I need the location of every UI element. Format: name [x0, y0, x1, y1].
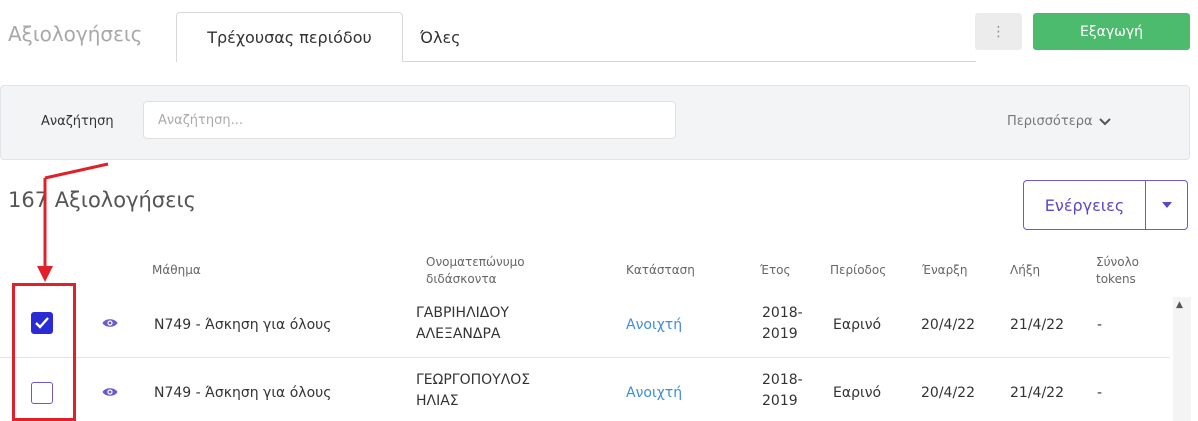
page-title: Αξιολογήσεις — [8, 22, 143, 46]
scroll-up-arrow-icon[interactable]: ▲ — [1176, 300, 1183, 310]
caret-down-icon — [1161, 202, 1172, 208]
more-options-button[interactable]: ⋮ — [975, 13, 1022, 50]
eye-icon[interactable] — [102, 386, 118, 398]
instructor-name: ΓΑΒΡΙΗΛΙΔΟΥ ΑΛΕΞΑΝΔΡΑ — [416, 305, 509, 342]
column-header-end: Λήξη — [1010, 263, 1041, 277]
export-button[interactable]: Εξαγωγή — [1033, 13, 1190, 50]
instructor-name: ΓΕΩΡΓΟΠΟΥΛΟΣ ΗΛΙΑΣ — [416, 372, 531, 409]
start-date: 20/4/22 — [921, 317, 975, 333]
table-scrollbar[interactable] — [1173, 297, 1191, 421]
kebab-icon: ⋮ — [991, 23, 1006, 40]
results-count: 167 Αξιολογήσεις — [8, 188, 196, 212]
more-filters-toggle[interactable]: Περισσότερα — [1007, 114, 1111, 129]
tab-all[interactable]: Όλες — [420, 12, 461, 62]
more-filters-label: Περισσότερα — [1007, 114, 1093, 129]
tab-underline — [403, 61, 976, 62]
status-link[interactable]: Ανοιχτή — [626, 383, 682, 404]
course-name: N749 - Άσκηση για όλους — [154, 317, 332, 333]
column-header-instructor: Ονοματεπώνυμο διδάσκοντα — [426, 255, 525, 286]
annotation-highlight-box — [12, 283, 76, 421]
year: 2018- 2019 — [762, 305, 803, 342]
course-name: N749 - Άσκηση για όλους — [154, 385, 332, 401]
search-panel: Αναζήτηση Περισσότερα — [0, 85, 1190, 160]
column-header-period: Περίοδος — [830, 263, 887, 277]
status-link[interactable]: Ανοιχτή — [626, 315, 682, 336]
year: 2018- 2019 — [762, 372, 803, 409]
column-header-year: Έτος — [760, 263, 791, 277]
tokens-total: - — [1097, 385, 1103, 401]
start-date: 20/4/22 — [921, 385, 975, 401]
search-input[interactable] — [143, 101, 676, 139]
column-header-course: Μάθημα — [152, 263, 201, 277]
table-row[interactable]: N749 - Άσκηση για όλους ΓΑΒΡΙΗΛΙΔΟΥ ΑΛΕΞ… — [0, 297, 1170, 355]
table-row[interactable]: N749 - Άσκηση για όλους ΓΕΩΡΓΟΠΟΥΛΟΣ ΗΛΙ… — [0, 357, 1170, 415]
search-label: Αναζήτηση — [41, 114, 114, 129]
column-header-status: Κατάσταση — [626, 263, 695, 277]
actions-button[interactable]: Ενέργειες — [1023, 180, 1146, 230]
period: Εαρινό — [833, 317, 882, 333]
actions-dropdown-toggle[interactable] — [1145, 180, 1188, 230]
column-header-start: Έναρξη — [922, 263, 968, 277]
end-date: 21/4/22 — [1010, 385, 1064, 401]
tab-current-period[interactable]: Τρέχουσας περιόδου — [176, 12, 403, 62]
period: Εαρινό — [833, 385, 882, 401]
eye-icon[interactable] — [102, 317, 118, 329]
chevron-down-icon — [1098, 117, 1111, 125]
column-header-tokens: Σύνολο tokens — [1096, 255, 1140, 286]
tokens-total: - — [1097, 317, 1103, 333]
end-date: 21/4/22 — [1010, 317, 1064, 333]
